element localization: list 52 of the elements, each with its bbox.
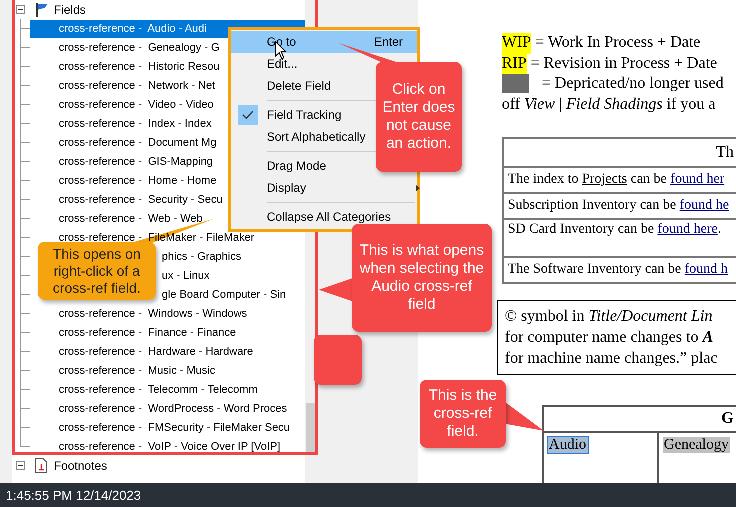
tree-item[interactable]: cross-reference - Windows - Windows — [30, 304, 305, 322]
tree-item[interactable]: ux - Linux — [162, 266, 210, 284]
table-cell: SD Card Inventory can be found here. — [508, 222, 722, 238]
table-cell: The index to Projects can be found her — [508, 172, 725, 188]
note-text: for machine name changes.” plac — [505, 349, 719, 369]
note-text: © symbol in Title/Document Lin — [505, 307, 714, 327]
menu-item[interactable]: Field Tracking — [231, 104, 346, 126]
cross-reference-field[interactable]: Audio — [548, 437, 588, 453]
callout-pointer — [505, 402, 544, 431]
tree-item[interactable]: cross-reference - WordProcess - Word Proces — [30, 400, 305, 418]
legend-text: off View | Field Shadings if you a — [502, 94, 716, 114]
tree-item[interactable]: phics - Graphics — [162, 248, 242, 266]
callout: Click on Enter does not cause an action. — [376, 62, 462, 172]
menu-item[interactable]: Delete Field — [231, 75, 336, 97]
collapse-toggle-icon[interactable] — [16, 5, 25, 14]
link[interactable]: found he — [680, 198, 730, 213]
tree-item[interactable]: cross-reference - VoIP - Voice Over IP [VoIP] — [30, 438, 305, 456]
callout: This opens on right-click of a cross-ref field. — [38, 242, 156, 300]
cross-reference-field[interactable]: Genealogy — [663, 437, 730, 453]
tree-item[interactable]: cross-reference - Telecomm - Telecomm — [30, 380, 305, 398]
tree-item[interactable]: cross-reference - FMSecurity - FileMaker Secu — [30, 418, 305, 436]
menu-item[interactable]: Drag Mode — [231, 155, 330, 177]
tree-item[interactable]: gle Board Computer - Sin — [162, 286, 286, 304]
legend-label: RIP — [502, 54, 527, 74]
footnote-icon — [35, 458, 49, 473]
legend-text: = Revision in Process + Date — [530, 54, 718, 74]
table-heading: Th — [716, 144, 734, 162]
legend-label: WIP — [502, 33, 532, 54]
menu-item[interactable]: Edit... — [231, 53, 302, 75]
tree-item[interactable]: cross-reference - Finance - Finance — [30, 324, 305, 342]
shortcut-label: Enter — [374, 35, 403, 49]
table-cell: The Software Inventory can be found h — [508, 262, 728, 278]
status-time: 1:45:55 PM 12/14/2023 — [6, 488, 142, 502]
callout: This is the cross-ref field. — [420, 380, 506, 448]
flag-icon — [35, 2, 49, 16]
legend-text: = Work In Process + Date — [534, 33, 701, 53]
note-text: for computer name changes to A — [505, 328, 714, 348]
collapse-toggle-icon[interactable] — [16, 461, 25, 470]
table-cell: Subscription Inventory can be found he — [508, 198, 730, 214]
submenu-arrow-icon — [416, 184, 420, 192]
callout: This is what opens when selecting the Audio cross-ref field — [352, 224, 492, 332]
table-heading: G — [722, 410, 734, 428]
tree-item[interactable]: cross-reference - Music - Music — [30, 362, 305, 380]
tree-category[interactable]: Footnotes — [54, 458, 108, 472]
tree-category[interactable]: Fields — [54, 2, 86, 16]
menu-item[interactable]: Display — [231, 177, 424, 199]
tree-item[interactable]: cross-reference - Hardware - Hardware — [30, 342, 305, 360]
link[interactable]: found here — [658, 222, 718, 237]
link[interactable]: found her — [670, 172, 725, 187]
legend-text: = Depricated/no longer used — [541, 74, 724, 94]
menu-item[interactable]: Sort Alphabetically — [231, 126, 370, 148]
link[interactable]: found h — [684, 262, 728, 277]
